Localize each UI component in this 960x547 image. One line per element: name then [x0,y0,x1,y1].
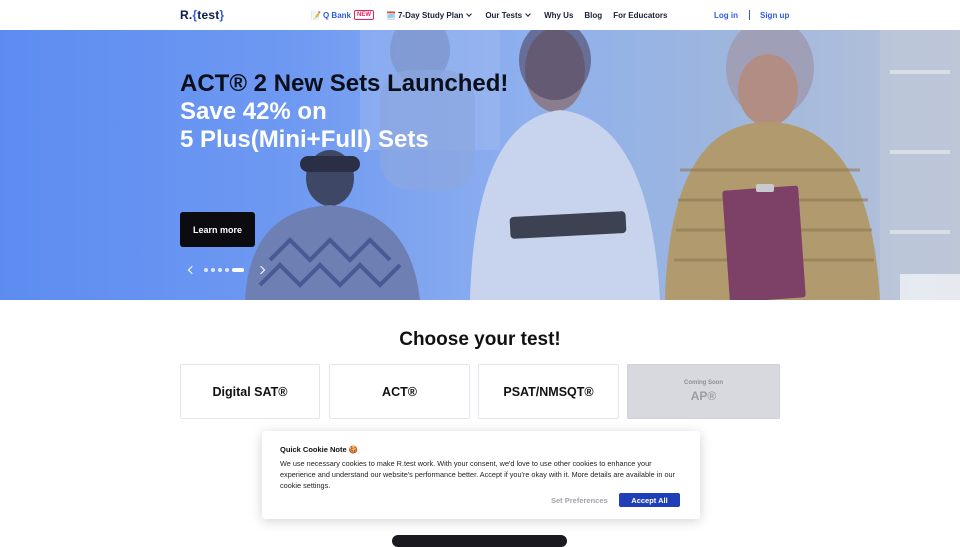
nav-label-our-tests: Our Tests [485,10,523,20]
hero-subtitle-line-1: Save 42% on [180,98,327,125]
carousel-dot-5[interactable] [232,268,244,272]
logo-prefix: R. [180,8,193,22]
login-link[interactable]: Log in [714,11,738,20]
carousel-dot-3[interactable] [218,268,222,272]
site-logo[interactable]: R.{test} [180,8,224,22]
chevron-down-icon [466,10,473,17]
carousel-dots [204,268,247,272]
nav-label-blog: Blog [584,10,603,20]
auth-divider [749,10,750,20]
carousel-controls [186,264,267,276]
chevron-down-icon [525,10,531,17]
calendar-icon: 🗓️ [385,10,396,20]
main-nav: 📝 Q Bank NEW 🗓️ 7-Day Study Plan Our Tes… [311,10,667,20]
set-preferences-button[interactable]: Set Preferences [551,496,608,505]
hero-banner: ACT® 2 New Sets Launched! Save 42% on 5 … [0,30,960,300]
nav-label-qbank: Q Bank [322,10,351,20]
cookie-title: Quick Cookie Note 🍪 [280,445,359,454]
carousel-dot-1[interactable] [204,268,208,272]
new-badge: NEW [353,10,374,20]
choose-test-heading: Choose your test! [399,329,561,350]
test-card-label: Digital SAT® [212,384,288,399]
memo-icon: 📝 [311,10,321,20]
carousel-dot-2[interactable] [211,268,215,272]
nav-item-qbank[interactable]: 📝 Q Bank NEW [311,10,374,20]
cookie-dialog: Quick Cookie Note 🍪 We use necessary coo… [262,431,700,519]
logo-brace-close: } [219,8,225,22]
test-card-ap: Coming Soon AP® [627,364,780,419]
hero-subtitle-line-2: 5 Plus(Mini+Full) Sets [180,126,429,153]
nav-label-study-plan: 7-Day Study Plan [397,10,464,20]
hero-title: ACT® 2 New Sets Launched! [180,70,509,97]
accept-all-button[interactable]: Accept All [619,493,680,507]
auth-links: Log in Sign up [714,10,789,20]
carousel-dot-4[interactable] [225,268,229,272]
test-card-psat[interactable]: PSAT/NMSQT® [478,364,619,419]
nav-label-educators: For Educators [613,10,668,20]
nav-item-blog[interactable]: Blog [584,11,602,20]
hero-subtitle: Save 42% on 5 Plus(Mini+Full) Sets [180,98,700,154]
nav-label-why-us: Why Us [544,10,574,20]
nav-item-study-plan[interactable]: 🗓️ 7-Day Study Plan [385,10,473,20]
site-header: R.{test} 📝 Q Bank NEW 🗓️ 7-Day Study Pla… [0,0,960,30]
nav-item-why-us[interactable]: Why Us [544,11,573,20]
test-card-label: ACT® [382,384,417,399]
nav-item-educators[interactable]: For Educators [613,11,667,20]
signup-link[interactable]: Sign up [760,11,789,20]
coming-soon-label: Coming Soon [684,380,723,386]
cookie-description: We use necessary cookies to make R.test … [280,459,676,490]
logo-word: test [197,8,220,22]
test-card-label: PSAT/NMSQT® [503,384,594,399]
test-card-act[interactable]: ACT® [329,364,470,419]
chevron-right-icon[interactable] [257,264,267,276]
chevron-left-icon[interactable] [186,264,196,276]
bottom-floating-bar[interactable] [392,535,567,547]
nav-item-our-tests[interactable]: Our Tests [485,10,531,20]
test-card-label: AP® [690,389,717,403]
test-card-digital-sat[interactable]: Digital SAT® [180,364,320,419]
learn-more-button[interactable]: Learn more [180,212,255,247]
